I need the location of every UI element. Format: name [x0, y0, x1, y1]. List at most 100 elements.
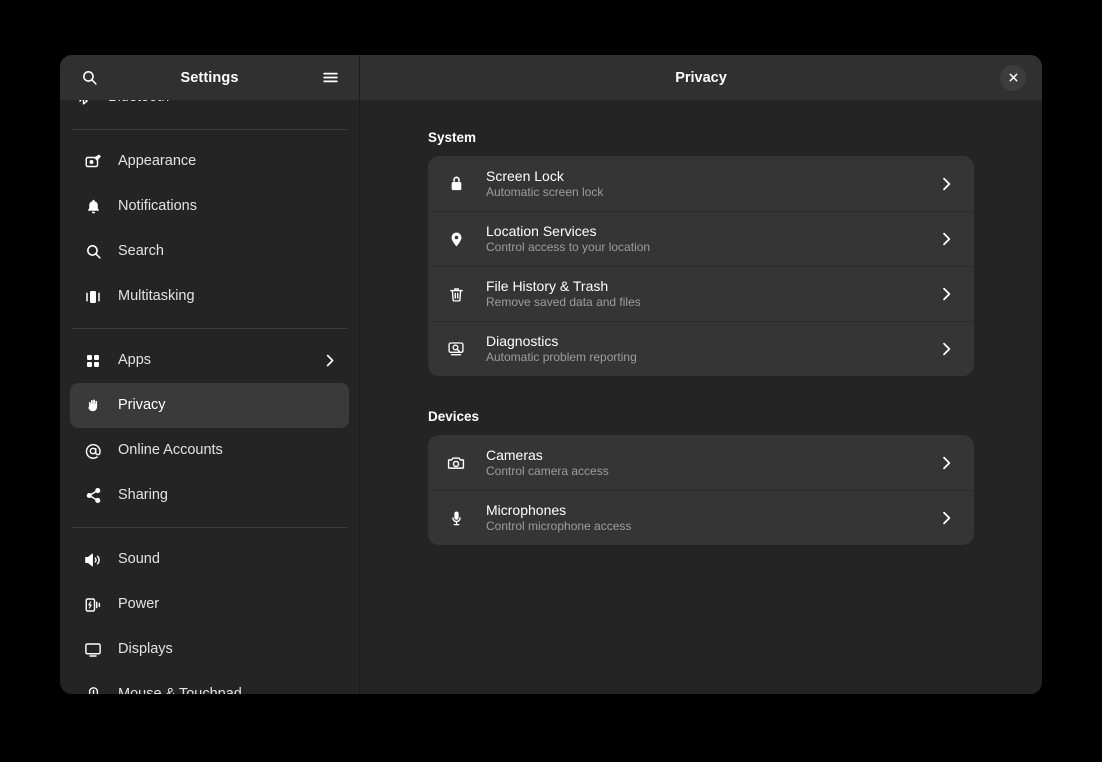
row-title: Microphones: [486, 502, 938, 518]
row-subtitle: Remove saved data and files: [486, 296, 938, 310]
sidebar-title: Settings: [104, 70, 315, 86]
row-subtitle: Automatic problem reporting: [486, 351, 938, 365]
sidebar-item-label: Displays: [118, 642, 337, 657]
system-settings-card: Screen Lock Automatic screen lock: [428, 156, 974, 376]
location-pin-icon: [445, 228, 467, 250]
share-icon: [82, 485, 104, 507]
trash-icon: [445, 283, 467, 305]
sidebar-item-apps[interactable]: Apps: [70, 338, 349, 383]
bell-icon: [82, 196, 104, 218]
sidebar-group-1: Appearance Notifications: [60, 139, 359, 319]
row-cameras[interactable]: Cameras Control camera access: [428, 435, 974, 490]
diagnostics-icon: [445, 338, 467, 360]
close-button[interactable]: [1000, 65, 1026, 91]
sidebar-item-displays[interactable]: Displays: [70, 627, 349, 672]
row-subtitle: Automatic screen lock: [486, 186, 938, 200]
sidebar-item-appearance[interactable]: Appearance: [70, 139, 349, 184]
hand-icon: [82, 395, 104, 417]
sidebar-item-label: Privacy: [118, 398, 337, 413]
sidebar-item-label: Sharing: [118, 488, 337, 503]
row-subtitle: Control camera access: [486, 465, 938, 479]
sidebar-item-bluetooth[interactable]: Bluetooth: [60, 100, 359, 120]
speaker-icon: [82, 549, 104, 571]
sidebar-item-online-accounts[interactable]: Online Accounts: [70, 428, 349, 473]
content-headerbar: Privacy: [360, 55, 1042, 100]
sidebar-separator: [72, 328, 347, 329]
hamburger-menu-icon: [322, 69, 339, 86]
row-title: Cameras: [486, 447, 938, 463]
microphone-icon: [445, 507, 467, 529]
chevron-right-icon: [938, 455, 954, 471]
row-text: Microphones Control microphone access: [486, 502, 938, 534]
main-menu-button[interactable]: [315, 63, 345, 93]
devices-settings-card: Cameras Control camera access: [428, 435, 974, 545]
search-button[interactable]: [74, 63, 104, 93]
appearance-icon: [82, 151, 104, 173]
row-screen-lock[interactable]: Screen Lock Automatic screen lock: [428, 156, 974, 211]
row-location-services[interactable]: Location Services Control access to your…: [428, 211, 974, 266]
sidebar-nav-list[interactable]: Bluetooth Appearance: [60, 100, 359, 694]
section-title-system: System: [428, 130, 974, 145]
apps-grid-icon: [82, 350, 104, 372]
sidebar-item-label: Power: [118, 597, 337, 612]
sidebar-clipped-area: Bluetooth: [60, 100, 359, 120]
sidebar-item-label: Bluetooth: [108, 100, 347, 105]
row-text: Diagnostics Automatic problem reporting: [486, 333, 938, 365]
chevron-right-icon: [938, 176, 954, 192]
power-icon: [82, 594, 104, 616]
sidebar-group-2: Apps Privacy: [60, 338, 359, 518]
multitasking-icon: [82, 286, 104, 308]
sidebar-item-label: Search: [118, 244, 337, 259]
sidebar-item-label: Mouse & Touchpad: [118, 687, 337, 694]
sidebar-item-sound[interactable]: Sound: [70, 537, 349, 582]
sidebar-item-multitasking[interactable]: Multitasking: [70, 274, 349, 319]
content-pane: Privacy System: [360, 55, 1042, 694]
row-title: File History & Trash: [486, 278, 938, 294]
row-subtitle: Control microphone access: [486, 520, 938, 534]
row-microphones[interactable]: Microphones Control microphone access: [428, 490, 974, 545]
close-icon: [1008, 72, 1019, 83]
row-text: Cameras Control camera access: [486, 447, 938, 479]
sidebar-item-power[interactable]: Power: [70, 582, 349, 627]
sidebar-group-3: Sound Power: [60, 537, 359, 694]
row-text: Screen Lock Automatic screen lock: [486, 168, 938, 200]
row-title: Location Services: [486, 223, 938, 239]
row-text: Location Services Control access to your…: [486, 223, 938, 255]
sidebar-item-label: Appearance: [118, 154, 337, 169]
settings-window: Settings: [60, 55, 1042, 694]
sidebar-item-privacy[interactable]: Privacy: [70, 383, 349, 428]
sidebar-item-sharing[interactable]: Sharing: [70, 473, 349, 518]
row-diagnostics[interactable]: Diagnostics Automatic problem reporting: [428, 321, 974, 376]
search-icon: [81, 69, 98, 86]
sidebar-separator: [72, 129, 347, 130]
sidebar-item-label: Sound: [118, 552, 337, 567]
display-icon: [82, 639, 104, 661]
sidebar-item-label: Apps: [118, 353, 322, 368]
sidebar: Settings: [60, 55, 360, 694]
search-icon: [82, 241, 104, 263]
sidebar-item-mouse-touchpad[interactable]: Mouse & Touchpad: [70, 672, 349, 694]
sidebar-item-label: Notifications: [118, 199, 337, 214]
at-sign-icon: [82, 440, 104, 462]
chevron-right-icon: [938, 341, 954, 357]
bluetooth-icon: [72, 100, 94, 109]
sidebar-headerbar: Settings: [60, 55, 359, 100]
row-title: Screen Lock: [486, 168, 938, 184]
page-title: Privacy: [675, 70, 727, 86]
camera-icon: [445, 452, 467, 474]
privacy-settings-body: System Screen Lock Automatic screen lock: [360, 100, 1042, 694]
row-file-history-trash[interactable]: File History & Trash Remove saved data a…: [428, 266, 974, 321]
sidebar-separator: [72, 527, 347, 528]
sidebar-item-label: Online Accounts: [118, 443, 337, 458]
sidebar-item-search[interactable]: Search: [70, 229, 349, 274]
sidebar-item-label: Multitasking: [118, 289, 337, 304]
row-title: Diagnostics: [486, 333, 938, 349]
chevron-right-icon: [938, 231, 954, 247]
chevron-right-icon: [322, 353, 337, 368]
section-title-devices: Devices: [428, 409, 974, 424]
chevron-right-icon: [938, 510, 954, 526]
chevron-right-icon: [938, 286, 954, 302]
sidebar-item-notifications[interactable]: Notifications: [70, 184, 349, 229]
mouse-icon: [82, 684, 104, 695]
row-subtitle: Control access to your location: [486, 241, 938, 255]
